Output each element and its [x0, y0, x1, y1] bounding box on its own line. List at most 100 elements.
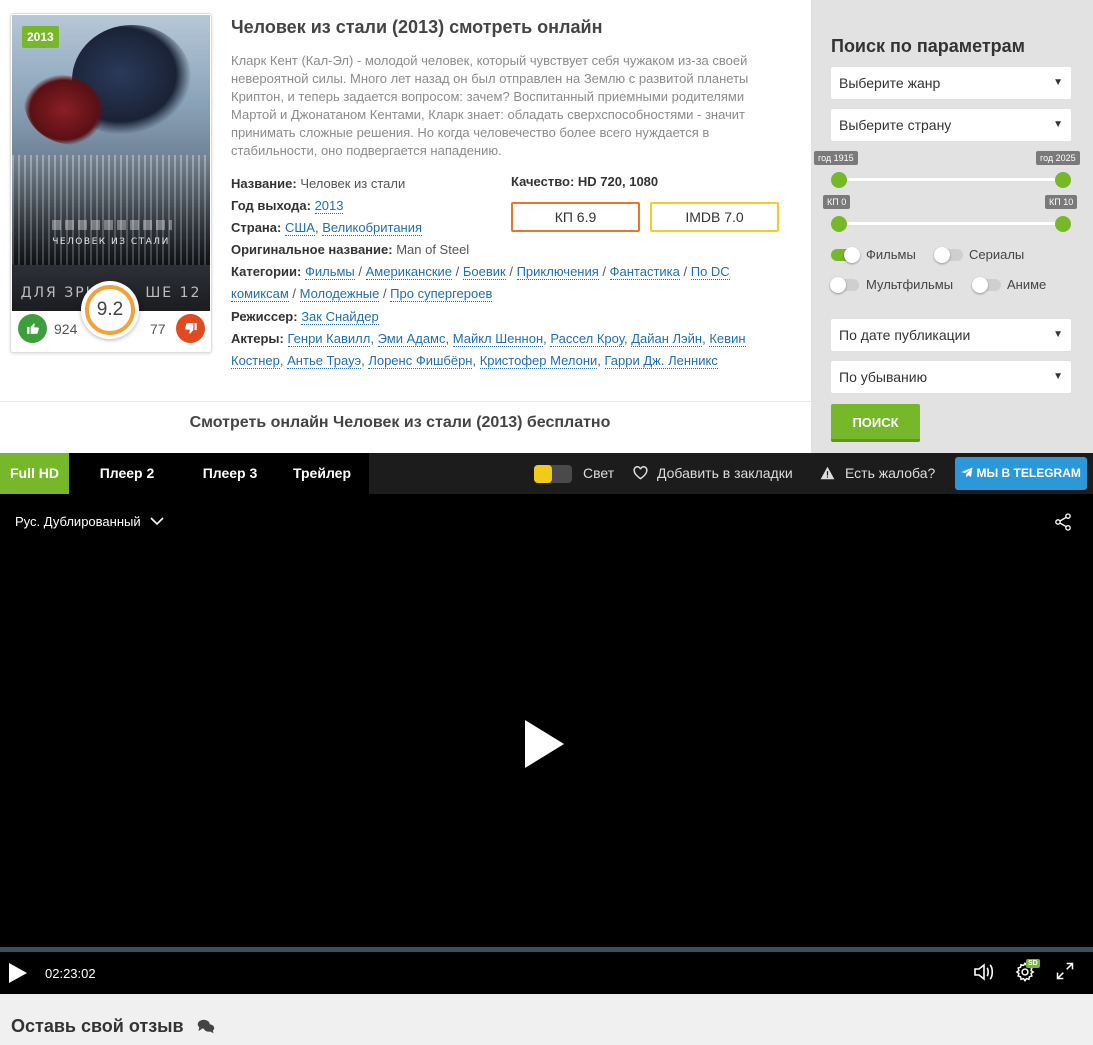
tab-trailer[interactable]: Трейлер [275, 453, 369, 494]
category-link[interactable]: Приключения [516, 264, 599, 280]
tab-full-hd[interactable]: Full HD [0, 453, 69, 494]
caret-down-icon: ▼ [1053, 119, 1063, 130]
category-link[interactable]: Фантастика [609, 264, 680, 280]
director-link[interactable]: Зак Снайдер [301, 309, 379, 325]
poster-title: ЧЕЛОВЕК ИЗ СТАЛИ [52, 237, 170, 247]
search-sidebar: Поиск по параметрам Выберите жанр ▼ Выбе… [811, 0, 1093, 453]
actor-link[interactable]: Антье Трауэ [287, 353, 362, 369]
toggle-anime-label: Аниме [1007, 277, 1047, 292]
complaint-link[interactable]: Есть жалоба? [845, 453, 935, 494]
kp-max-label: КП 10 [1045, 195, 1078, 209]
order-select-value: По убыванию [839, 369, 928, 385]
actor-link[interactable]: Генри Кавилл [287, 331, 371, 347]
kp-rating-box: КП 6.9 [511, 202, 640, 232]
actor-link[interactable]: Кристофер Мелони [479, 353, 598, 369]
actor-link[interactable]: Гарри Дж. Ленникс [604, 353, 718, 369]
orig-value: Man of Steel [396, 242, 470, 257]
actor-link[interactable]: Эми Адамс [377, 331, 446, 347]
actor-link[interactable]: Рассел Кроу [550, 331, 624, 347]
toggle-series-label: Сериалы [969, 247, 1025, 262]
bookmark-link[interactable]: Добавить в закладки [657, 453, 793, 494]
like-button[interactable] [18, 314, 47, 343]
sort-select[interactable]: По дате публикации ▼ [831, 319, 1071, 351]
year-badge: 2013 [22, 26, 59, 48]
year-max-handle[interactable] [1055, 172, 1071, 188]
director-label: Режиссер: [231, 309, 298, 324]
name-label: Название: [231, 176, 297, 191]
year-max-label: год 2025 [1036, 151, 1080, 165]
video-player[interactable]: Рус. Дублированный 02:23:02 SD [0, 494, 1093, 994]
share-icon[interactable] [1053, 512, 1073, 537]
warning-icon[interactable] [820, 453, 835, 494]
kp-min-handle[interactable] [831, 216, 847, 232]
kp-range-track[interactable] [839, 222, 1063, 225]
genre-select[interactable]: Выберите жанр ▼ [831, 67, 1071, 99]
toggle-films-label: Фильмы [866, 247, 916, 262]
time-display: 02:23:02 [45, 966, 96, 981]
audio-track-value: Рус. Дублированный [15, 514, 141, 529]
categories-label: Категории: [231, 264, 302, 279]
play-icon[interactable] [9, 963, 27, 983]
big-play-icon[interactable] [525, 720, 564, 768]
telegram-button[interactable]: МЫ В TELEGRAM [955, 457, 1087, 490]
category-link[interactable]: Молодежные [299, 286, 380, 302]
category-link[interactable]: Фильмы [304, 264, 355, 280]
telegram-label: МЫ В TELEGRAM [976, 466, 1081, 480]
actor-link[interactable]: Лоренс Фишбёрн [368, 353, 473, 369]
fullscreen-icon[interactable] [1055, 961, 1075, 986]
category-link[interactable]: Американские [365, 264, 453, 280]
year-link[interactable]: 2013 [314, 198, 344, 214]
kp-max-handle[interactable] [1055, 216, 1071, 232]
quality-info: Качество: HD 720, 1080 [511, 174, 658, 189]
toggle-films[interactable] [831, 247, 860, 263]
thumbs-up-icon [26, 323, 39, 334]
light-toggle[interactable] [534, 465, 572, 483]
actor-link[interactable]: Дайан Лэйн [631, 331, 703, 347]
toggle-cartoons-label: Мультфильмы [866, 277, 954, 292]
movie-poster[interactable]: ЧЕЛОВЕК ИЗ СТАЛИ ДЛЯ ЗРИТЕ... ШЕ 12 ЛЕТ [12, 15, 210, 311]
rating-value: 9.2 [96, 299, 124, 320]
search-button[interactable]: ПОИСК [831, 404, 920, 442]
year-min-label: год 1915 [814, 151, 858, 165]
quality-value: HD 720, 1080 [577, 174, 659, 189]
toggle-anime[interactable] [972, 277, 1001, 293]
movie-info-section: ЧЕЛОВЕК ИЗ СТАЛИ ДЛЯ ЗРИТЕ... ШЕ 12 ЛЕТ … [0, 0, 811, 453]
actors-label: Актеры: [231, 331, 284, 346]
caret-down-icon: ▼ [1053, 77, 1063, 88]
country-select[interactable]: Выберите страну ▼ [831, 109, 1071, 141]
toggle-cartoons[interactable] [830, 277, 859, 293]
tab-player-2[interactable]: Плеер 2 [69, 453, 185, 494]
year-range-track[interactable] [839, 178, 1063, 181]
info-actors: Актеры: Генри Кавилл, Эми Адамс, Майкл Ш… [231, 331, 746, 369]
year-min-handle[interactable] [831, 172, 847, 188]
progress-bar[interactable] [0, 947, 1093, 952]
toggle-knob [830, 277, 846, 293]
kp-min-label: КП 0 [823, 195, 851, 209]
category-link[interactable]: Про супергероев [390, 286, 493, 302]
name-value: Человек из стали [300, 176, 406, 191]
toggle-knob [934, 247, 950, 263]
light-label: Свет [583, 465, 615, 481]
order-select[interactable]: По убыванию ▼ [831, 361, 1071, 393]
sort-select-value: По дате публикации [839, 327, 971, 343]
dislike-button[interactable] [176, 314, 205, 343]
movie-title: Человек из стали (2013) смотреть онлайн [231, 17, 603, 37]
actor-link[interactable]: Майкл Шеннон [452, 331, 544, 347]
toggle-series[interactable] [934, 247, 963, 263]
player-tabs-bar: Full HD Плеер 2 Плеер 3 Трейлер Свет Доб… [0, 453, 1093, 494]
category-link[interactable]: Боевик [462, 264, 506, 280]
rating-circle: 9.2 [81, 281, 139, 339]
audio-track-select[interactable]: Рус. Дублированный [15, 514, 164, 529]
tab-player-3[interactable]: Плеер 3 [185, 453, 275, 494]
caret-down-icon: ▼ [1053, 329, 1063, 340]
sidebar-heading: Поиск по параметрам [831, 36, 1026, 56]
volume-icon[interactable] [972, 961, 996, 988]
heart-icon[interactable] [633, 453, 648, 494]
country-link-usa[interactable]: США [284, 220, 315, 236]
info-original-title: Оригинальное название: Man of Steel [231, 239, 791, 261]
poster-city [12, 155, 210, 265]
telegram-icon [961, 467, 973, 478]
quality-label: Качество: [511, 174, 575, 189]
country-link-uk[interactable]: Великобритания [322, 220, 423, 236]
info-categories: Категории: Фильмы / Американские / Боеви… [231, 264, 730, 302]
